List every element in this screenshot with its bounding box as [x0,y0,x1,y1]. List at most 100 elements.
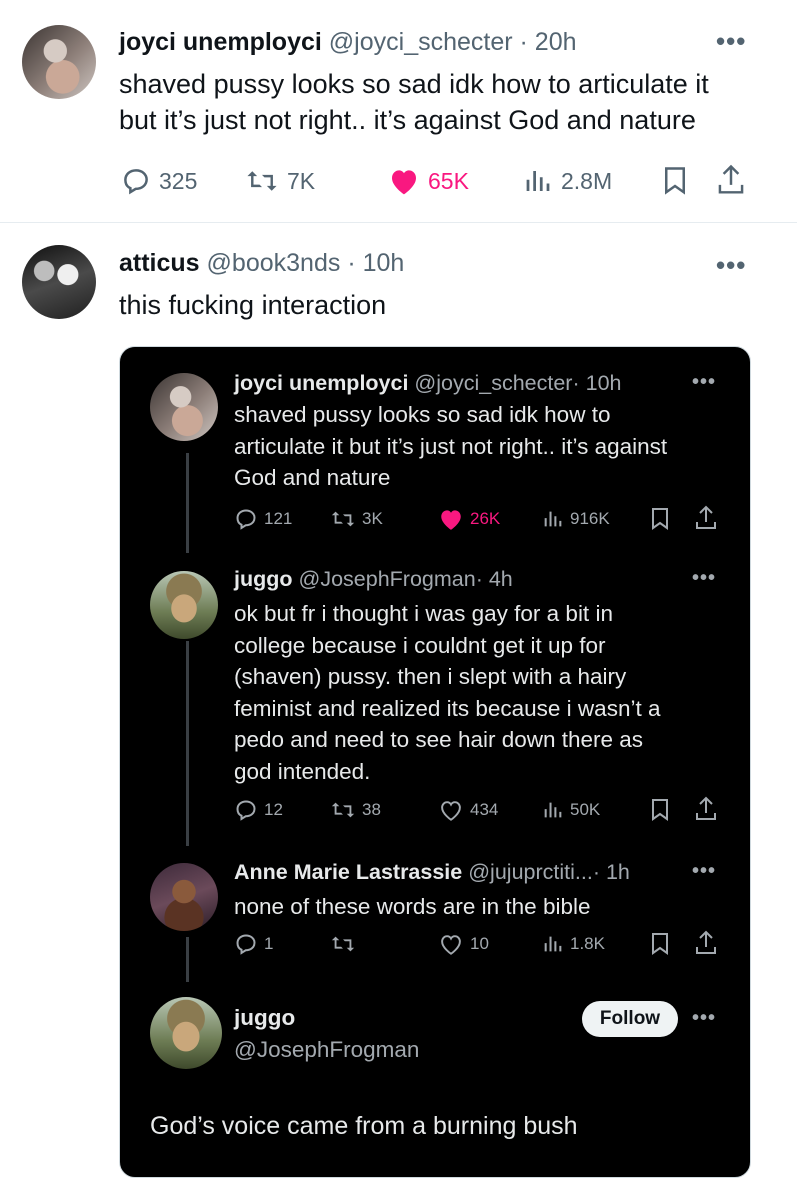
more-options-icon[interactable]: ••• [692,860,716,883]
like-count: 65K [428,167,469,194]
like-button[interactable]: 26K [438,507,500,531]
avatar-juggo[interactable] [150,997,222,1069]
author-name[interactable]: joyci unemployci [119,28,322,56]
post-text: none of these words are in the bible [234,894,591,919]
tweet-text-line: shaved pussy looks so sad idk how to art… [119,69,709,99]
post-time[interactable]: · 1h [593,860,630,884]
avatar-juggo[interactable] [150,571,218,639]
tweet-time[interactable]: · 20h [520,28,577,56]
bookmark-button[interactable] [650,932,670,956]
more-options-icon[interactable]: ••• [716,250,746,281]
author-name[interactable]: juggo [234,1005,295,1031]
author-name[interactable]: atticus [119,249,200,277]
repost-button[interactable]: 38 [330,798,381,822]
post-text-line: God and nature [234,465,391,490]
share-button[interactable] [717,164,745,196]
post-text: God’s voice came from a burning bush [150,1112,578,1140]
divider [0,222,797,223]
reply-icon [236,800,256,821]
views-button[interactable]: 2.8M [523,166,612,196]
more-options-icon[interactable]: ••• [716,26,746,57]
views-button[interactable]: 50K [542,798,600,822]
post-text-line: god intended. [234,758,371,784]
repost-count: 38 [362,800,381,819]
more-options-icon[interactable]: ••• [692,1007,716,1030]
heart-filled-icon [392,170,416,195]
tweet-time[interactable]: · 10h [347,249,404,277]
reply-icon [236,934,256,955]
like-button[interactable]: 434 [438,798,498,822]
repost-button[interactable]: 7K [245,166,315,196]
share-icon [718,164,744,194]
reply-count: 325 [159,167,198,194]
bookmark-button[interactable] [650,798,670,822]
post-header: joyci unemployci @joyci_schecter· 10h [234,371,622,396]
author-handle-text: @JosephFrogman [234,1037,420,1062]
views-button[interactable]: 1.8K [542,932,605,956]
reply-button[interactable]: 1 [234,932,273,956]
post-text-line: (shaven) pussy. then i slept with a hair… [234,664,627,689]
repost-button[interactable]: 3K [330,507,383,531]
author-handle[interactable]: @JosephFrogman [299,567,476,591]
like-button[interactable]: 65K [388,166,469,196]
bookmark-icon [652,799,668,821]
share-icon [696,505,716,529]
author-handle[interactable]: @joyci_schecter [329,28,513,56]
share-icon [696,796,716,820]
avatar-anne[interactable] [150,863,218,931]
heart-icon [441,935,461,955]
repost-count: 3K [362,509,383,528]
views-button[interactable]: 916K [542,507,610,531]
like-count: 10 [470,934,489,953]
post-text-line: ok but fr i thought i was gay for a bit … [234,601,613,626]
tweet-header: joyci unemployci @joyci_schecter · 20h [119,28,577,57]
post-time[interactable]: · 4h [476,567,513,591]
like-button[interactable]: 10 [438,932,489,956]
follow-button[interactable]: Follow [582,1001,678,1037]
repost-icon [247,171,277,191]
views-count: 2.8M [561,167,613,194]
post-text: ok but fr i thought i was gay for a bit … [234,598,744,787]
repost-icon [331,511,355,527]
author-handle[interactable]: @book3nds [207,249,341,277]
tweet-text: shaved pussy looks so sad idk how to art… [119,66,779,138]
author-handle[interactable]: @JosephFrogman [234,1037,419,1063]
views-count: 1.8K [570,934,605,953]
share-button[interactable] [695,796,717,822]
author-name[interactable]: joyci unemployci [234,371,408,395]
tweet-text: this fucking interaction [119,290,387,320]
more-options-icon[interactable]: ••• [692,371,716,394]
reply-icon [124,169,148,195]
views-icon [544,511,562,527]
reply-count: 121 [264,509,293,528]
bookmark-button[interactable] [662,166,688,196]
post-text: shaved pussy looks so sad idk how to art… [234,399,744,494]
author-handle[interactable]: @jujuprctiti... [468,860,593,884]
thread-line [186,453,189,553]
bookmark-icon [665,167,685,195]
author-name[interactable]: Anne Marie Lastrassie [234,860,462,884]
reply-button[interactable]: 12 [234,798,283,822]
reply-count: 1 [264,934,274,953]
views-count: 50K [570,800,601,819]
heart-filled-icon [441,510,461,530]
share-button[interactable] [695,505,717,531]
post-text-line: college because i couldnt get it up for [234,632,606,658]
reply-icon [236,509,256,530]
repost-button[interactable] [330,932,362,956]
author-name-text: juggo [234,1005,296,1030]
avatar-joyci[interactable] [150,373,218,441]
more-options-icon[interactable]: ••• [692,567,716,590]
bookmark-button[interactable] [650,507,670,531]
share-button[interactable] [695,930,717,956]
reply-button[interactable]: 325 [121,166,197,196]
reply-button[interactable]: 121 [234,507,292,531]
avatar-joyci[interactable] [22,25,96,99]
author-name[interactable]: juggo [234,567,293,591]
author-handle[interactable]: @joyci_schecter [414,371,572,395]
like-count: 434 [470,800,499,819]
post-time[interactable]: · 10h [572,371,621,395]
embedded-screenshot[interactable]: joyci unemployci @joyci_schecter· 10h ••… [119,346,751,1178]
avatar-atticus[interactable] [22,245,96,319]
post-text-line: shaved pussy looks so sad idk how to [234,402,611,427]
